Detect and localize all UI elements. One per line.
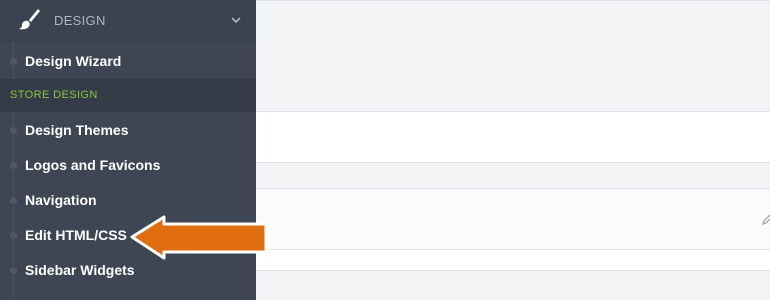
sidebar-item-design-wizard[interactable]: Design Wizard [0,44,256,79]
main-content [256,0,770,300]
pencil-icon[interactable] [761,214,770,226]
bullet-dot [10,162,17,169]
bullet-dot [10,58,17,65]
sidebar-item-label: Design Wizard [25,53,122,69]
bullet-dot [10,127,17,134]
bullet-dot [10,232,17,239]
content-row [256,188,770,250]
chevron-down-icon[interactable] [230,14,242,26]
sidebar-item-label: Logos and Favicons [25,157,161,173]
sidebar-item-design-themes[interactable]: Design Themes [0,113,256,148]
content-panel-top [256,0,770,1]
store-design-group-label: STORE DESIGN [0,79,256,112]
paintbrush-icon [19,9,40,30]
sidebar-item-label: Design Themes [25,122,129,138]
group-label-text: STORE DESIGN [10,89,98,101]
bullet-dot [10,197,17,204]
sidebar-item-label: Navigation [25,192,97,208]
section-title: DESIGN [54,13,106,28]
bullet-dot [10,267,17,274]
arrow-pointer-icon [130,215,268,260]
sidebar-item-logos-and-favicons[interactable]: Logos and Favicons [0,148,256,183]
sidebar-item-label: Edit HTML/CSS [25,227,127,243]
design-section-header[interactable]: DESIGN [0,0,256,42]
page: DESIGN Design Wizard STORE DESIGN Design… [0,0,770,300]
content-row [256,249,770,271]
sidebar-item-label: Sidebar Widgets [25,262,135,278]
content-panel [256,111,770,163]
